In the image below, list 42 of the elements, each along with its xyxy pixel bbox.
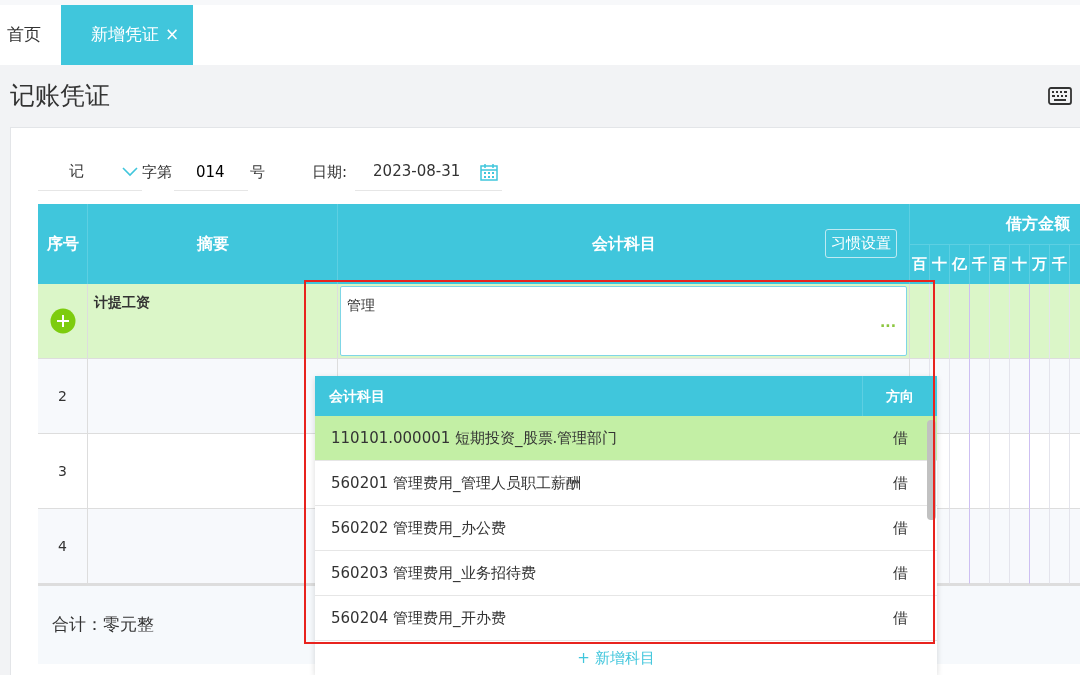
digit-header: 万	[1030, 244, 1050, 284]
number-label: 字第	[142, 161, 172, 183]
chevron-down-icon	[122, 166, 138, 177]
digit-header: 百	[990, 244, 1010, 284]
row-number: 2	[58, 386, 67, 406]
subject-name: 560203 管理费用_业务招待费	[330, 562, 537, 584]
keyboard-icon[interactable]	[1048, 87, 1072, 105]
subject-name: 560201 管理费用_管理人员职工薪酬	[330, 472, 582, 494]
subject-input[interactable]: 管理 ···	[340, 286, 907, 356]
row-number: 3	[58, 461, 67, 481]
date-label: 日期:	[312, 161, 348, 183]
subject-name: 560204 管理费用_开办费	[330, 607, 507, 629]
date-field[interactable]: 2023-08-31	[355, 153, 503, 191]
calendar-icon[interactable]	[480, 162, 499, 181]
subject-option[interactable]: 560203 管理费用_业务招待费 借	[315, 551, 937, 596]
column-header: 序号	[38, 204, 88, 284]
voucher-type-select[interactable]: 记	[38, 153, 142, 191]
scrollbar-thumb[interactable]	[927, 420, 936, 520]
direction-text: 借	[891, 472, 909, 494]
digit-header: 千	[1050, 244, 1070, 284]
row-number: 4	[58, 536, 67, 556]
direction-text: 借	[891, 562, 909, 584]
column-header: 方向	[886, 386, 914, 406]
direction-text: 借	[891, 427, 909, 449]
subject-option[interactable]: 110101.000001 短期投资_股票.管理部门 借	[315, 416, 937, 461]
digit-header: 百	[910, 244, 930, 284]
subject-name: 560202 管理费用_办公费	[330, 517, 507, 539]
column-header: 会计科目	[591, 233, 656, 255]
page-title: 记账凭证	[10, 81, 110, 111]
column-header: 摘要	[88, 204, 338, 284]
column-header: 借方金额	[910, 204, 1080, 244]
add-row-icon[interactable]	[49, 308, 76, 334]
direction-text: 借	[891, 607, 909, 629]
digit-header: 十	[1010, 244, 1030, 284]
digit-header: 亿	[950, 244, 970, 284]
summary-text: 计提工资	[94, 293, 150, 312]
subject-option[interactable]: 560204 管理费用_开办费 借	[315, 596, 937, 641]
digit-header: 千	[970, 244, 990, 284]
digit-header: 十	[930, 244, 950, 284]
subject-name: 110101.000001 短期投资_股票.管理部门	[330, 427, 619, 449]
number-suffix: 号	[250, 161, 265, 183]
direction-text: 借	[891, 517, 909, 539]
